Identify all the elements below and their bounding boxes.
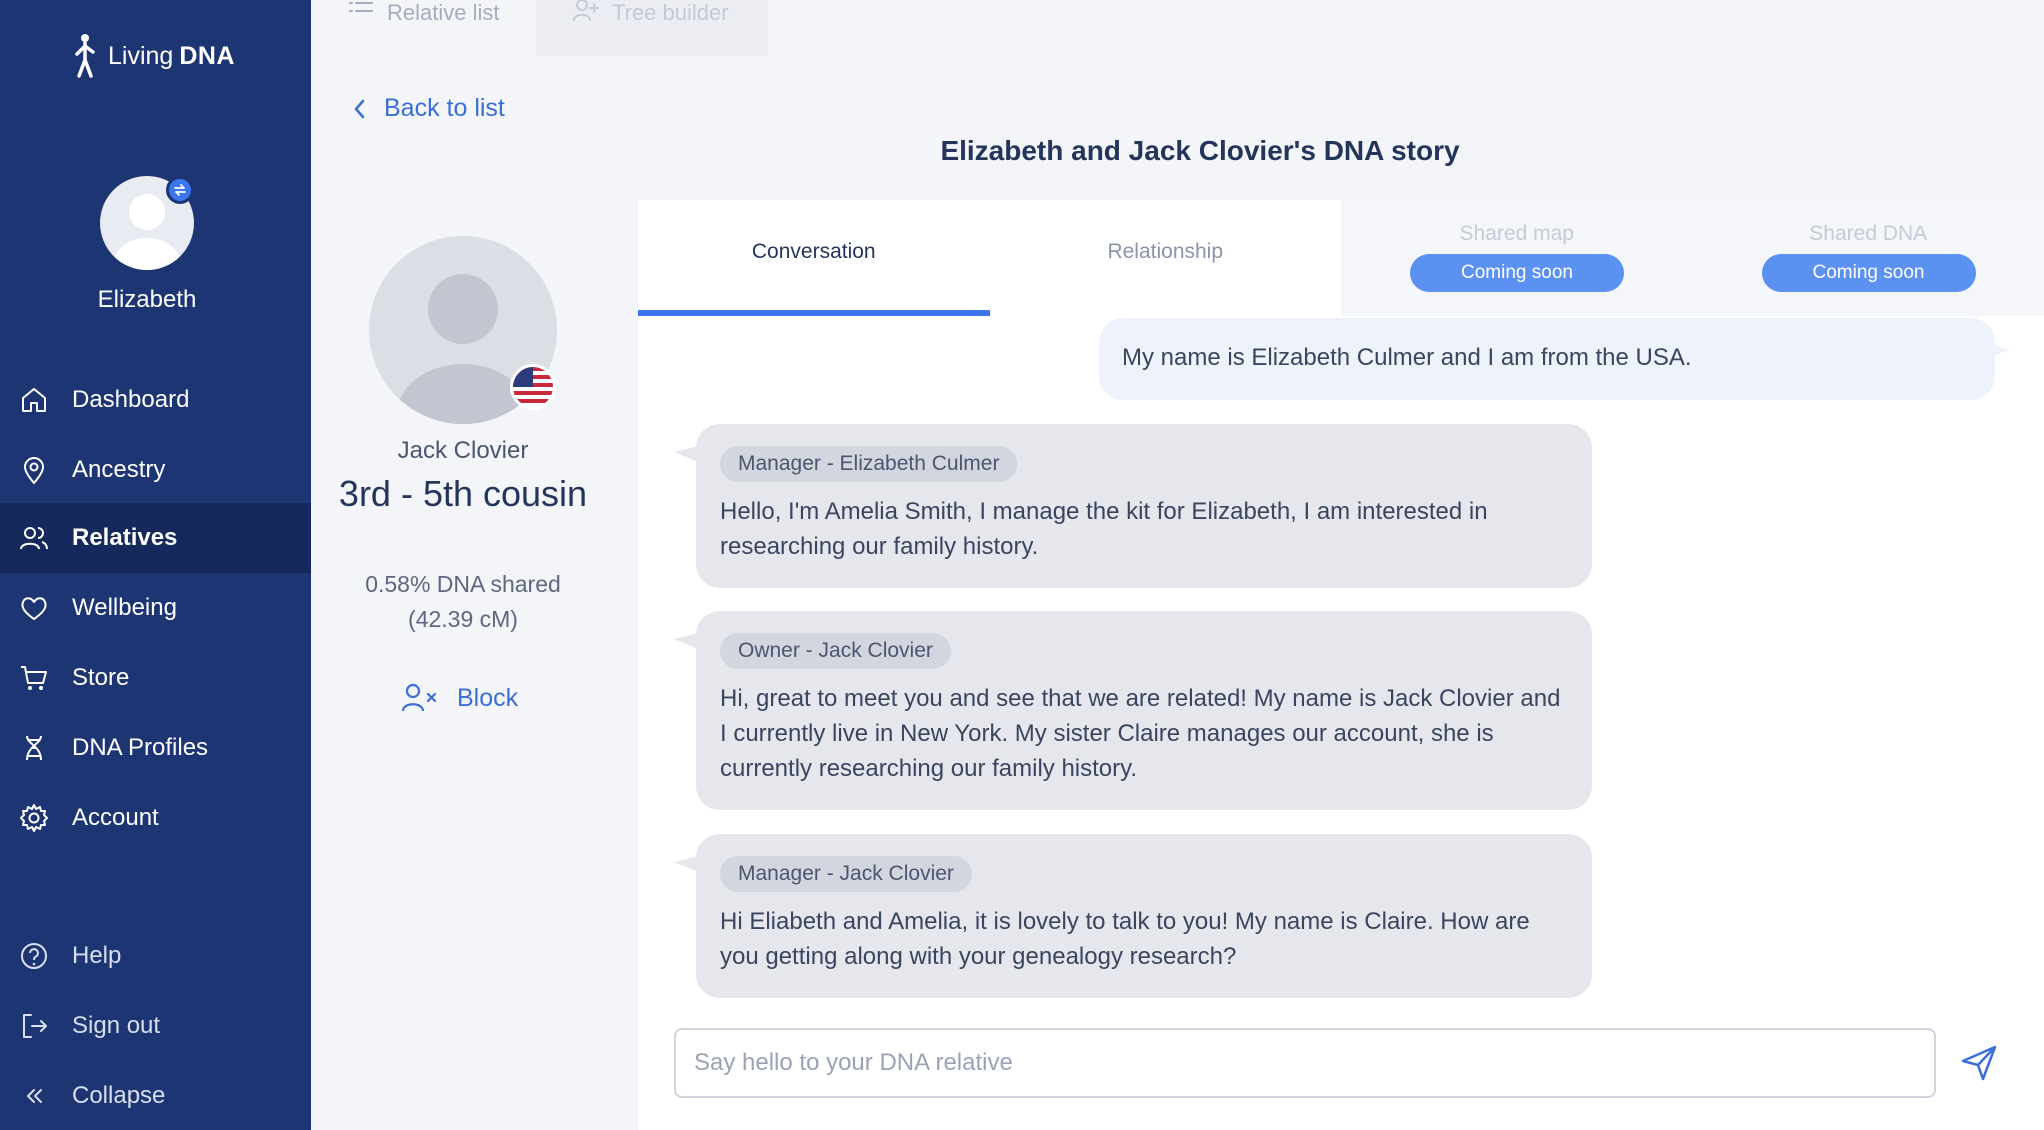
avatar-head	[129, 194, 165, 230]
sidebar-item-account[interactable]: Account	[0, 783, 311, 853]
sidebar-item-help[interactable]: Help	[0, 921, 311, 991]
sidebar-item-store[interactable]: Store	[0, 643, 311, 713]
sign-out-icon	[23, 1014, 47, 1038]
block-button[interactable]: Block	[401, 682, 518, 714]
message-text: Hi, great to meet you and see that we ar…	[720, 685, 1561, 782]
tab-label: Tree builder	[612, 0, 729, 25]
home-icon	[22, 388, 46, 412]
send-button[interactable]	[1956, 1040, 2002, 1086]
collapse-icon	[27, 1089, 42, 1103]
sidebar-item-collapse[interactable]: Collapse	[0, 1061, 311, 1130]
tab-conversation[interactable]: Conversation	[638, 200, 992, 316]
sidebar-item-label: Dashboard	[72, 386, 190, 413]
usa-flag-icon	[510, 364, 556, 410]
relative-avatar-body	[397, 364, 529, 424]
map-pin-icon	[23, 457, 45, 485]
tab-shared-map: Shared map Coming soon	[1341, 200, 1693, 316]
tab-relative-list[interactable]: Relative list	[311, 0, 536, 56]
sender-tag: Manager - Elizabeth Culmer	[720, 446, 1018, 482]
message-text: Hi Eliabeth and Amelia, it is lovely to …	[720, 908, 1530, 970]
send-icon	[1961, 1045, 1997, 1081]
switch-profile-icon[interactable]	[166, 176, 194, 204]
help-icon	[21, 943, 47, 969]
user-name: Elizabeth	[97, 286, 197, 313]
dna-icon	[26, 735, 42, 761]
sidebar-item-label: Wellbeing	[72, 594, 177, 621]
list-icon	[349, 2, 373, 12]
page-title: Elizabeth and Jack Clovier's DNA story	[940, 135, 1460, 166]
sidebar-item-label: Relatives	[72, 524, 178, 551]
coming-soon-badge: Coming soon	[1410, 254, 1624, 292]
message-bubble: Manager - Elizabeth Culmer Hello, I'm Am…	[674, 424, 1592, 588]
message-text: Hello, I'm Amelia Smith, I manage the ki…	[720, 498, 1488, 560]
sidebar-item-label: DNA Profiles	[72, 734, 209, 761]
tab-label: Shared DNA	[1809, 222, 1928, 245]
sidebar-item-dna-profiles[interactable]: DNA Profiles	[0, 713, 311, 783]
sidebar-item-sign-out[interactable]: Sign out	[0, 991, 311, 1061]
sidebar-item-label: Store	[72, 664, 130, 691]
sidebar-item-ancestry[interactable]: Ancestry	[0, 435, 311, 505]
logo-figure-icon	[75, 34, 95, 78]
sidebar-item-label: Help	[72, 942, 122, 969]
sidebar-item-wellbeing[interactable]: Wellbeing	[0, 573, 311, 643]
sidebar-item-label: Account	[72, 804, 159, 831]
relative-name: Jack Clovier	[397, 437, 529, 464]
cart-icon	[21, 666, 47, 690]
relative-avatar-head	[428, 274, 498, 344]
tab-relationship[interactable]: Relationship	[989, 200, 1341, 316]
tab-label: Conversation	[751, 240, 876, 263]
gear-icon	[20, 804, 48, 832]
tab-label: Relationship	[1107, 240, 1224, 263]
dna-shared-info: 0.58% DNA shared (42.39 cM)	[330, 567, 596, 637]
avatar-body	[114, 238, 180, 270]
brand-bold: DNA	[179, 41, 235, 70]
sidebar-item-dashboard[interactable]: Dashboard	[0, 365, 311, 435]
dna-shared-percent: 0.58% DNA shared	[365, 571, 561, 597]
heart-icon	[21, 597, 47, 620]
back-label: Back to list	[384, 94, 505, 122]
sidebar-item-label: Collapse	[72, 1082, 166, 1109]
sidebar-item-label: Ancestry	[72, 456, 166, 483]
add-user-icon	[573, 0, 599, 21]
message-bubble: Manager - Jack Clovier Hi Eliabeth and A…	[674, 834, 1592, 998]
story-tabs: Conversation Relationship Shared map Com…	[638, 200, 2044, 316]
tab-label: Relative list	[387, 0, 500, 25]
dna-shared-cm: (42.39 cM)	[408, 606, 518, 632]
living-dna-logo[interactable]: Living DNA	[68, 32, 235, 80]
users-icon	[20, 527, 48, 550]
tab-tree-builder[interactable]: Tree builder	[536, 0, 768, 56]
tab-shared-dna: Shared DNA Coming soon	[1692, 200, 2044, 316]
message-input[interactable]	[674, 1028, 1936, 1098]
sender-tag: Owner - Jack Clovier	[720, 633, 951, 669]
block-user-icon	[401, 683, 437, 712]
block-label: Block	[457, 683, 519, 712]
sidebar-item-label: Sign out	[72, 1012, 161, 1039]
chevron-left-icon	[354, 99, 365, 118]
sidebar-item-relatives[interactable]: Relatives	[0, 503, 311, 573]
coming-soon-badge: Coming soon	[1761, 254, 1976, 292]
sender-tag: Manager - Jack Clovier	[720, 856, 972, 892]
tab-label: Shared map	[1459, 222, 1574, 245]
brand-light: Living	[108, 41, 174, 70]
sidebar: Living DNA Elizabeth Dashboard Ancestry R…	[0, 0, 311, 1130]
message-bubble: Owner - Jack Clovier Hi, great to meet y…	[674, 611, 1592, 810]
back-to-list-link[interactable]: Back to list	[352, 94, 505, 123]
my-message-bubble: My name is Elizabeth Culmer and I am fro…	[1099, 318, 2009, 400]
relationship-label: 3rd - 5th cousin	[338, 473, 588, 514]
top-tabs: Relative list Tree builder	[311, 0, 768, 56]
